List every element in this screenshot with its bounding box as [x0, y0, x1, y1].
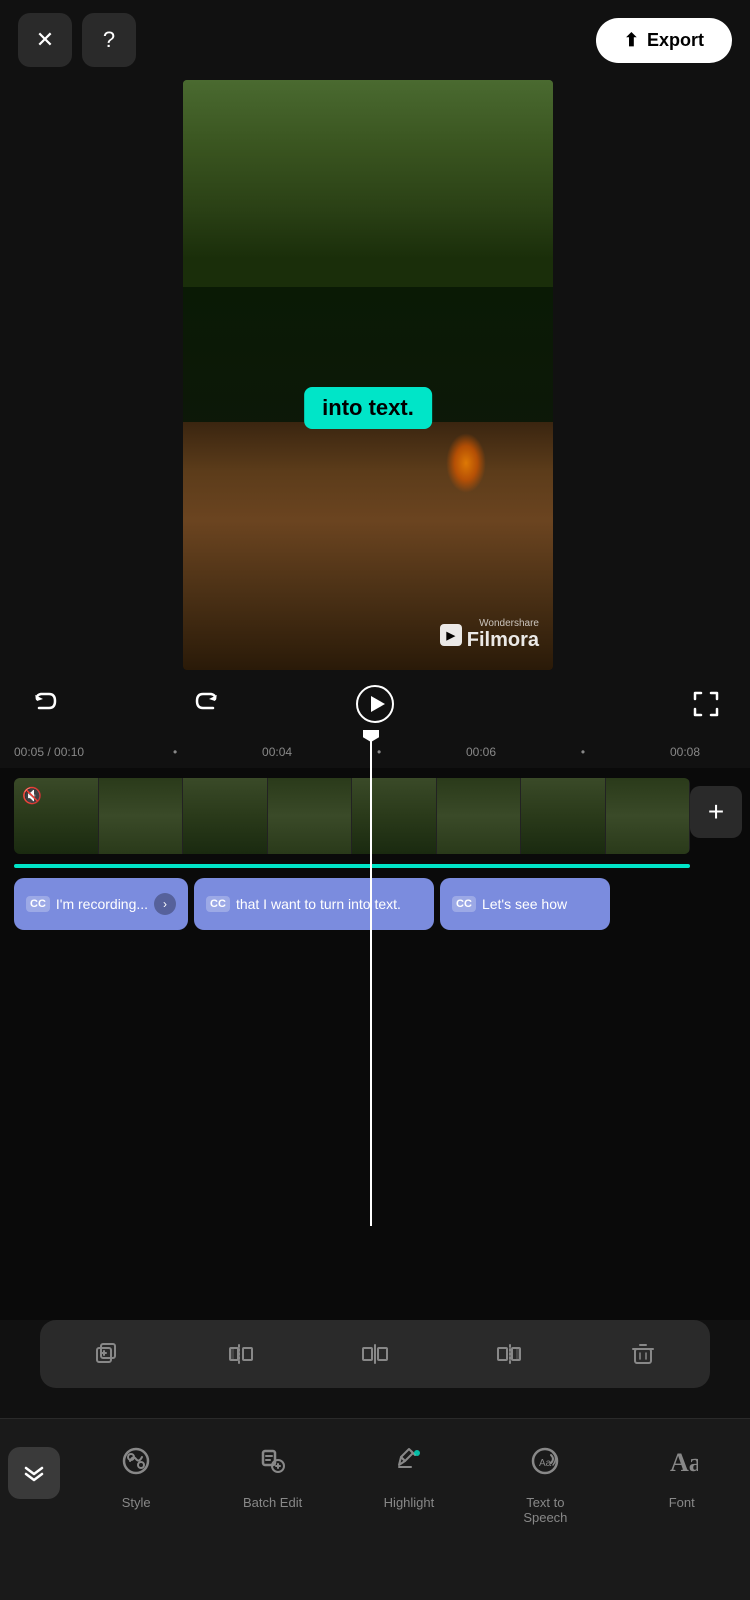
- collapse-button[interactable]: [8, 1447, 60, 1499]
- video-background: into text. ▶ Wondershare Filmora: [183, 80, 553, 670]
- mute-icon: 🔇: [22, 786, 42, 806]
- svg-text:Aa: Aa: [539, 1458, 552, 1469]
- timeline-ruler: 00:05 / 00:10 • 00:04 • 00:06 • 00:08: [0, 736, 750, 768]
- caption-strip-area: CC I'm recording... › CC that I want to …: [0, 868, 750, 940]
- undo-icon: [29, 689, 59, 719]
- trim-start-icon: [227, 1340, 255, 1368]
- add-media-button[interactable]: +: [690, 786, 742, 838]
- caption-chip-1[interactable]: CC I'm recording... ›: [14, 878, 188, 930]
- trim-end-button[interactable]: [483, 1328, 535, 1380]
- ruler-mark-3: •: [532, 745, 634, 759]
- ruler-mark-1: •: [124, 745, 226, 759]
- watermark-brand: Filmora: [467, 629, 539, 652]
- strip-seg-6: [437, 778, 522, 854]
- nav-item-font[interactable]: Aa Font: [642, 1435, 722, 1510]
- highlight-label: Highlight: [384, 1495, 435, 1510]
- strip-seg-3: [183, 778, 268, 854]
- caption-text-3: Let's see how: [482, 896, 567, 912]
- tts-icon: Aa: [519, 1435, 571, 1487]
- fullscreen-icon: [691, 689, 721, 719]
- font-icon: Aa: [656, 1435, 708, 1487]
- video-strip-area: 🔇 +: [0, 768, 750, 868]
- tts-svg: Aa: [529, 1445, 561, 1477]
- strip-seg-2: [99, 778, 184, 854]
- style-svg: [120, 1445, 152, 1477]
- nav-item-batch-edit[interactable]: Batch Edit: [233, 1435, 313, 1510]
- nav-item-tts[interactable]: Aa Text toSpeech: [505, 1435, 585, 1525]
- ruler-time-2: 00:06: [430, 745, 532, 759]
- font-label: Font: [669, 1495, 695, 1510]
- delete-tool-button[interactable]: [617, 1328, 669, 1380]
- highlight-svg: [393, 1445, 425, 1477]
- watermark-company: Wondershare: [467, 618, 539, 629]
- cc-icon-3: CC: [452, 896, 476, 912]
- playhead[interactable]: [370, 736, 372, 1226]
- export-icon: ⬆: [624, 30, 639, 51]
- redo-button[interactable]: [186, 682, 230, 726]
- highlight-icon: [383, 1435, 435, 1487]
- caption-text-2: that I want to turn into text.: [236, 896, 401, 912]
- top-bar: ✕ ? ⬆ Export: [0, 0, 750, 80]
- cc-icon-2: CC: [206, 896, 230, 912]
- ruler-time-3: 00:08: [634, 745, 736, 759]
- ruler-mark-2: •: [328, 745, 430, 759]
- video-preview: into text. ▶ Wondershare Filmora: [183, 80, 553, 670]
- tts-label: Text toSpeech: [523, 1495, 567, 1525]
- font-svg: Aa: [666, 1445, 698, 1477]
- trim-end-icon: [495, 1340, 523, 1368]
- nav-collapse: [0, 1435, 68, 1499]
- trim-start-button[interactable]: [215, 1328, 267, 1380]
- duplicate-tool-button[interactable]: [81, 1328, 133, 1380]
- trim-middle-button[interactable]: [349, 1328, 401, 1380]
- play-button[interactable]: [349, 678, 401, 730]
- batch-edit-label: Batch Edit: [243, 1495, 302, 1510]
- collapse-icon: [22, 1461, 46, 1485]
- undo-button[interactable]: [22, 682, 66, 726]
- lantern-glow: [446, 433, 486, 493]
- strip-seg-7: [521, 778, 606, 854]
- edit-toolbar: [40, 1320, 710, 1388]
- style-label: Style: [122, 1495, 151, 1510]
- strip-seg-5: [352, 778, 437, 854]
- close-button[interactable]: ✕: [18, 13, 72, 67]
- export-label: Export: [647, 30, 704, 51]
- delete-icon: [629, 1340, 657, 1368]
- watermark: ▶ Wondershare Filmora: [440, 618, 539, 652]
- batch-edit-svg: [257, 1445, 289, 1477]
- video-strip[interactable]: [14, 778, 690, 854]
- help-button[interactable]: ?: [82, 13, 136, 67]
- playback-controls: [0, 672, 750, 736]
- nav-item-highlight[interactable]: Highlight: [369, 1435, 449, 1510]
- nav-items: Style Batch Edit: [68, 1435, 750, 1525]
- nav-item-style[interactable]: Style: [96, 1435, 176, 1510]
- filmora-logo-icon: ▶: [440, 624, 462, 646]
- trim-middle-icon: [361, 1340, 389, 1368]
- caption-arrow-1: ›: [154, 893, 176, 915]
- style-icon: [110, 1435, 162, 1487]
- duplicate-icon: [93, 1340, 121, 1368]
- top-bar-left: ✕ ?: [18, 13, 136, 67]
- play-icon: [356, 685, 394, 723]
- svg-text:Aa: Aa: [670, 1448, 698, 1477]
- fullscreen-button[interactable]: [684, 682, 728, 726]
- caption-chip-3[interactable]: CC Let's see how: [440, 878, 610, 930]
- current-time: 00:05 / 00:10: [14, 745, 84, 759]
- caption-chip-2[interactable]: CC that I want to turn into text.: [194, 878, 434, 930]
- redo-icon: [193, 689, 223, 719]
- empty-timeline-area: [0, 940, 750, 1320]
- caption-text-1: I'm recording...: [56, 896, 148, 912]
- strip-seg-4: [268, 778, 353, 854]
- strip-seg-8: [606, 778, 691, 854]
- bottom-nav: Style Batch Edit: [0, 1418, 750, 1600]
- batch-edit-icon: [247, 1435, 299, 1487]
- ruler-time-1: 00:04: [226, 745, 328, 759]
- subtitle-bubble: into text.: [304, 387, 432, 429]
- export-button[interactable]: ⬆ Export: [596, 18, 732, 63]
- cc-icon-1: CC: [26, 896, 50, 912]
